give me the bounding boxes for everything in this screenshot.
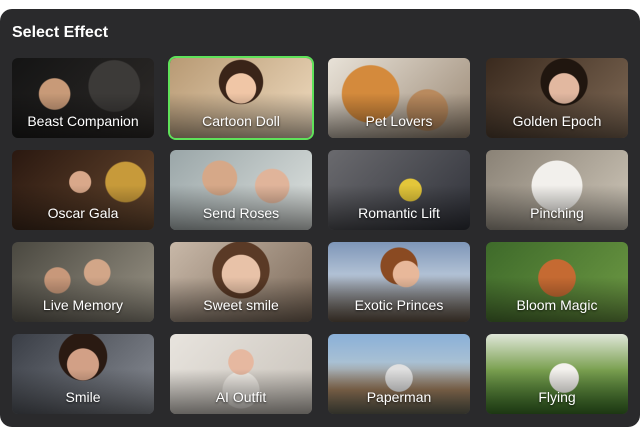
effect-card-bloom-magic[interactable]: Bloom Magic	[486, 242, 628, 322]
effect-grid: Beast Companion Cartoon Doll Pet Lovers …	[12, 56, 628, 414]
effect-label: Live Memory	[42, 297, 124, 313]
effect-label: Sweet smile	[203, 297, 279, 313]
effect-card-beast-companion[interactable]: Beast Companion	[12, 58, 154, 138]
effect-label: Romantic Lift	[358, 205, 440, 221]
effect-card-pet-lovers[interactable]: Pet Lovers	[328, 58, 470, 138]
effect-label: Bloom Magic	[516, 297, 598, 313]
effect-card-exotic-princes[interactable]: Exotic Princes	[328, 242, 470, 322]
effect-card-romantic-lift[interactable]: Romantic Lift	[328, 150, 470, 230]
effect-label: Oscar Gala	[47, 205, 119, 221]
effect-card-ai-outfit[interactable]: AI Outfit	[170, 334, 312, 414]
effect-card-cartoon-doll[interactable]: Cartoon Doll	[168, 56, 314, 140]
effect-label: Paperman	[366, 389, 432, 405]
effect-card-golden-epoch[interactable]: Golden Epoch	[486, 58, 628, 138]
effect-card-live-memory[interactable]: Live Memory	[12, 242, 154, 322]
effect-card-flying[interactable]: Flying	[486, 334, 628, 414]
panel-title: Select Effect	[12, 24, 109, 41]
effect-label: Cartoon Doll	[202, 113, 280, 129]
effect-card-oscar-gala[interactable]: Oscar Gala	[12, 150, 154, 230]
effect-card-pinching[interactable]: Pinching	[486, 150, 628, 230]
effect-card-send-roses[interactable]: Send Roses	[170, 150, 312, 230]
effect-label: Pet Lovers	[365, 113, 433, 129]
effect-label: Exotic Princes	[354, 297, 444, 313]
effect-label: Send Roses	[202, 205, 280, 221]
effect-label: Beast Companion	[27, 113, 139, 129]
select-effect-panel: Select Effect Beast Companion Cartoon Do…	[0, 9, 640, 427]
effect-card-sweet-smile[interactable]: Sweet smile	[170, 242, 312, 322]
effect-card-smile[interactable]: Smile	[12, 334, 154, 414]
effect-label: Flying	[538, 389, 576, 405]
effect-label: Smile	[65, 389, 101, 405]
effect-label: Pinching	[530, 205, 584, 221]
effect-card-paperman[interactable]: Paperman	[328, 334, 470, 414]
effect-label: AI Outfit	[215, 389, 267, 405]
effect-label: Golden Epoch	[512, 113, 602, 129]
